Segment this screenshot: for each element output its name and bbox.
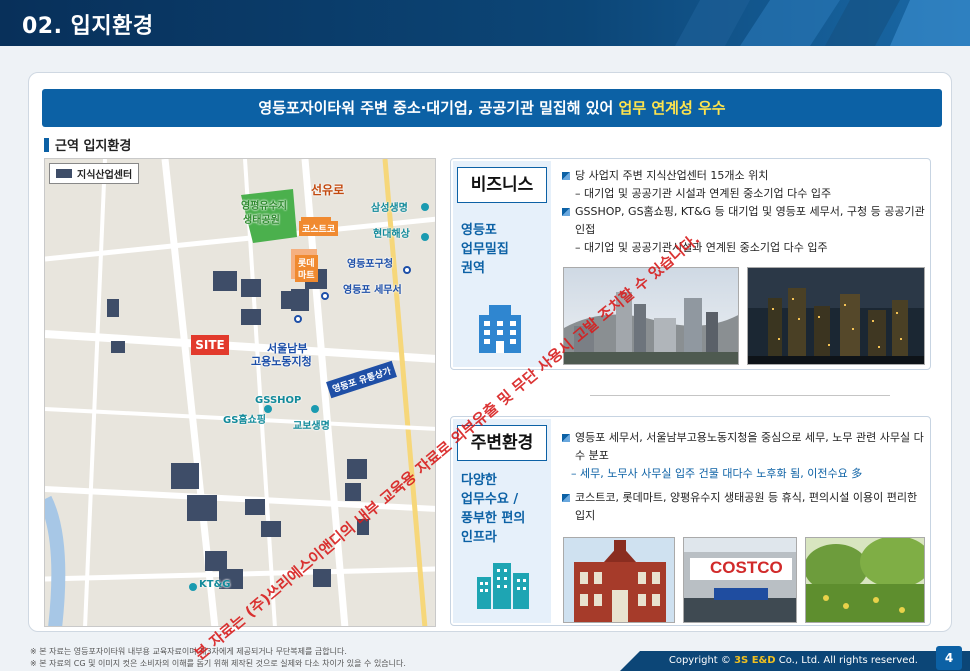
bullet-item: GSSHOP, GS홈쇼핑, KT&G 등 대기업 및 영등포 세무서, 구청 … — [561, 203, 926, 239]
map-label-hyundai: 현대해상 — [373, 229, 410, 240]
copyright-suffix: Co., Ltd. All rights reserved. — [775, 655, 918, 666]
bullet-sub-item: – 세무, 노무사 사무실 입주 건물 대다수 노후화 됨, 이전수요 多 — [571, 467, 863, 480]
copyright-brand: 3S E&D — [734, 655, 776, 666]
map-legend: 지식산업센터 — [49, 163, 140, 184]
city-night-photo — [747, 267, 925, 365]
footer-note: ※ 본 자료의 CG 및 이미지 컷은 소비자의 이해를 돕기 위해 제작된 것… — [30, 659, 406, 668]
site-marker: SITE — [191, 335, 229, 355]
legend-label: 지식산업센터 — [77, 170, 133, 181]
environment-subtitle-line: 다양한 — [461, 473, 497, 488]
copyright-prefix: Copyright © — [668, 655, 735, 666]
business-panel: 비즈니스 영등포 업무밀집 권역 당 사업지 주변 지식산업센터 15개소 위치… — [450, 158, 931, 370]
business-sidebar: 비즈니스 영등포 업무밀집 권역 — [453, 161, 551, 367]
page-title: 02. 입지환경 — [22, 14, 154, 39]
business-bullets: 당 사업지 주변 지식산업센터 15개소 위치 – 대기업 및 공공기관 시설과… — [561, 167, 926, 257]
costco-store-photo: COSTCO — [683, 537, 797, 623]
map-label-labor-office: 고용노동지청 — [251, 355, 312, 368]
map-label-kyobo: 교보생명 — [293, 421, 330, 432]
business-subtitle-line: 영등포 — [461, 223, 497, 238]
bullet-sub-item: – 대기업 및 공공기관시설과 연계된 중소기업 다수 입주 — [575, 241, 828, 254]
header-band: 02. 입지환경 — [0, 0, 970, 46]
city-buildings-icon — [477, 563, 529, 609]
bullet-item: 당 사업지 주변 지식산업센터 15개소 위치 — [561, 167, 926, 185]
bullet-sub-item: – 대기업 및 공공기관 시설과 연계된 중소기업 다수 입주 — [575, 187, 832, 200]
bullet-item: 코스트코, 롯데마트, 양평유수지 생태공원 등 휴식, 편의시설 이용이 편리… — [561, 489, 926, 525]
map-label-mart: 마트 — [295, 267, 318, 282]
header-decoration — [675, 0, 970, 46]
business-subtitle-line: 업무밀집 — [461, 242, 509, 257]
costco-sign: COSTCO — [710, 558, 783, 577]
environment-subtitle-line: 인프라 — [461, 530, 497, 545]
location-map: 지식산업센터 영평유수지 생태공원 선유로 코스트코 롯데 마트 삼성생명 현대… — [44, 158, 436, 627]
map-label-ktng: KT&G — [199, 579, 231, 590]
map-label-samsung: 삼성생명 — [371, 203, 408, 214]
map-label-gsshop: GSSHOP — [255, 395, 302, 406]
environment-bullets: 영등포 세무서, 서울남부고용노동지청을 중심으로 세무, 노무 관련 사무실 … — [561, 429, 926, 525]
map-label-park-1: 영평유수지 — [241, 201, 287, 212]
map-label-costco: 코스트코 — [299, 221, 339, 236]
map-label-gucheong: 영등포구청 — [347, 259, 393, 270]
business-subtitle-line: 권역 — [461, 261, 485, 276]
office-building-icon — [479, 305, 521, 353]
historic-building-photo — [563, 537, 675, 623]
business-subtitle: 영등포 업무밀집 권역 — [461, 221, 509, 278]
banner-highlight: 업무 연계성 우수 — [618, 99, 726, 117]
copyright-text: Copyright © 3S E&D Co., Ltd. All rights … — [669, 655, 918, 666]
map-label-gs-homeshopping: GS홈쇼핑 — [223, 415, 267, 426]
environment-subtitle: 다양한 업무수요 / 풍부한 편의 인프라 — [461, 471, 525, 547]
environment-sidebar: 주변환경 다양한 업무수요 / 풍부한 편의 인프라 — [453, 419, 551, 623]
map-label-park-2: 생태공원 — [243, 215, 280, 226]
panel-divider — [590, 395, 890, 396]
business-title: 비즈니스 — [457, 167, 547, 203]
environment-subtitle-line: 업무수요 / — [461, 492, 519, 507]
eco-park-photo — [805, 537, 925, 623]
environment-subtitle-line: 풍부한 편의 — [461, 511, 526, 526]
section-heading: 근역 입지환경 — [44, 135, 131, 154]
headline-banner: 영등포자이타워 주변 중소·대기업, 공공기관 밀집해 있어 업무 연계성 우수 — [42, 89, 942, 127]
map-label-seonyu-ro: 선유로 — [311, 183, 345, 197]
map-label-semuseo: 영등포 세무서 — [343, 285, 402, 296]
legend-swatch — [56, 169, 72, 178]
bullet-item: 영등포 세무서, 서울남부고용노동지청을 중심으로 세무, 노무 관련 사무실 … — [561, 429, 926, 465]
environment-panel: 주변환경 다양한 업무수요 / 풍부한 편의 인프라 영등포 세무서, 서울남부… — [450, 416, 931, 626]
banner-text: 영등포자이타워 주변 중소·대기업, 공공기관 밀집해 있어 — [258, 99, 619, 117]
page-number: 4 — [936, 646, 962, 670]
